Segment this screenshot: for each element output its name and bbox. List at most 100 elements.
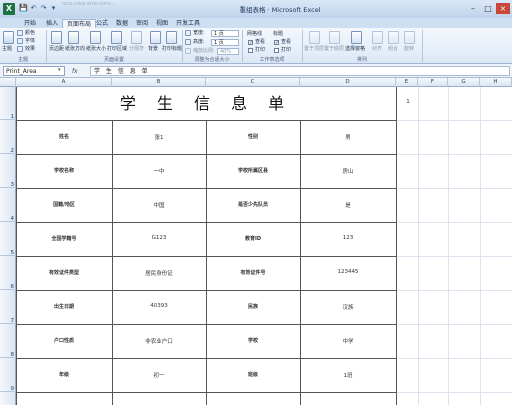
background-icon[interactable]	[150, 31, 161, 44]
effects-button[interactable]: 效果	[25, 46, 35, 52]
send-backward-button[interactable]: 置于底层	[324, 46, 344, 52]
row-header-4[interactable]: 4	[0, 188, 16, 222]
field-value[interactable]: 123445	[300, 269, 396, 279]
print-titles-button[interactable]: 打印标题	[162, 46, 182, 52]
row-header-2[interactable]: 2	[0, 120, 16, 154]
field-label[interactable]: 户口性质	[16, 337, 112, 347]
orientation-icon[interactable]	[68, 31, 79, 44]
field-value[interactable]: 房山	[300, 167, 396, 177]
field-label[interactable]: 民族	[206, 303, 300, 313]
insert-function-icon[interactable]: fx	[72, 67, 84, 76]
scale-spinner[interactable]: 40%	[217, 48, 239, 55]
rotate-icon[interactable]	[404, 31, 415, 44]
bring-forward-button[interactable]: 置于顶层	[304, 46, 324, 52]
effects-icon[interactable]	[17, 46, 23, 52]
column-header-h[interactable]: H	[480, 78, 512, 87]
field-value[interactable]: 张1	[112, 133, 206, 143]
field-label[interactable]: 是否少先队员	[206, 201, 300, 211]
sheet-title-cell[interactable]: 学 生 信 息 单	[16, 93, 396, 115]
selection-pane-icon[interactable]	[351, 31, 362, 44]
align-button[interactable]: 对齐	[372, 46, 382, 52]
tab-data[interactable]: 数据	[112, 19, 132, 28]
gridlines-print-checkbox[interactable]	[248, 48, 253, 53]
row-header-9[interactable]: 9	[0, 358, 16, 392]
group-button[interactable]: 组合	[388, 46, 398, 52]
field-label[interactable]: 国籍/地区	[16, 201, 112, 211]
tab-home[interactable]: 开始	[20, 19, 40, 28]
field-label[interactable]: 性别	[206, 133, 300, 143]
tab-insert[interactable]: 插入	[42, 19, 62, 28]
field-label[interactable]: 有效证件类型	[16, 269, 112, 279]
width-dropdown[interactable]: 1 页	[211, 30, 239, 37]
field-label[interactable]: 班级	[206, 371, 300, 381]
save-icon[interactable]: 💾	[19, 4, 28, 13]
headings-print-checkbox[interactable]	[274, 48, 279, 53]
field-value[interactable]: 一中	[112, 167, 206, 177]
bring-forward-icon[interactable]	[309, 31, 320, 44]
breaks-icon[interactable]	[131, 31, 142, 44]
column-header-f[interactable]: F	[418, 78, 448, 87]
column-header-e[interactable]: E	[396, 78, 418, 87]
colors-button[interactable]: 颜色	[25, 30, 35, 36]
close-icon[interactable]: ×	[496, 3, 510, 14]
field-value[interactable]: 123	[300, 235, 396, 245]
field-value[interactable]: G123	[112, 235, 206, 245]
field-value[interactable]: 是	[300, 201, 396, 211]
customize-qat-icon[interactable]: ▾	[49, 4, 58, 13]
field-label[interactable]: 姓名	[16, 133, 112, 143]
background-button[interactable]: 背景	[148, 46, 158, 52]
field-label[interactable]: 学校名称	[16, 167, 112, 177]
field-value[interactable]: 居民身份证	[112, 269, 206, 279]
themes-icon[interactable]	[3, 31, 14, 44]
maximize-icon[interactable]: □	[481, 3, 495, 14]
row-header-1[interactable]: 1	[0, 87, 16, 120]
print-area-button[interactable]: 打印区域	[107, 46, 127, 52]
group-icon[interactable]	[388, 31, 399, 44]
field-value[interactable]: 1班	[300, 371, 396, 381]
rotate-button[interactable]: 旋转	[404, 46, 414, 52]
field-label[interactable]: 全国学籍号	[16, 235, 112, 245]
column-header-c[interactable]: C	[206, 78, 300, 87]
align-icon[interactable]	[372, 31, 383, 44]
colors-icon[interactable]	[17, 30, 23, 36]
orientation-button[interactable]: 纸张方向	[65, 46, 85, 52]
row-header-6[interactable]: 6	[0, 256, 16, 290]
send-backward-icon[interactable]	[329, 31, 340, 44]
name-box[interactable]: Print_Area	[3, 66, 65, 76]
row-header-3[interactable]: 3	[0, 154, 16, 188]
tab-page-layout[interactable]: 页面布局	[62, 19, 97, 28]
field-value[interactable]: 中学	[300, 337, 396, 347]
field-label[interactable]: 年级	[16, 371, 112, 381]
tab-developer[interactable]: 开发工具	[172, 19, 204, 28]
field-label[interactable]: 教育ID	[206, 235, 300, 245]
margins-button[interactable]: 页边距	[49, 46, 64, 52]
selection-pane-button[interactable]: 选择窗格	[345, 46, 365, 52]
column-header-b[interactable]: B	[112, 78, 206, 87]
field-value[interactable]: 汉族	[300, 303, 396, 313]
fonts-icon[interactable]	[17, 38, 23, 44]
undo-icon[interactable]: ↶	[29, 4, 38, 13]
breaks-button[interactable]: 分隔符	[129, 46, 144, 52]
size-icon[interactable]	[90, 31, 101, 44]
print-titles-icon[interactable]	[166, 31, 177, 44]
field-value[interactable]: 初一	[112, 371, 206, 381]
tab-formulas[interactable]: 公式	[92, 19, 112, 28]
excel-app-icon[interactable]: X	[3, 3, 15, 15]
field-label[interactable]: 学校	[206, 337, 300, 347]
themes-button[interactable]: 主题	[2, 46, 12, 52]
field-value[interactable]: 男	[300, 133, 396, 143]
headings-view-checkbox[interactable]: ✓	[274, 40, 279, 46]
field-value[interactable]: 40393	[112, 303, 206, 313]
field-label[interactable]: 有效证件号	[206, 269, 300, 279]
height-dropdown[interactable]: 1 页	[211, 39, 239, 46]
cell-e1[interactable]: 1	[403, 99, 413, 105]
fonts-button[interactable]: 字体	[25, 38, 35, 44]
row-header-7[interactable]: 7	[0, 290, 16, 324]
row-header-5[interactable]: 5	[0, 222, 16, 256]
gridlines-view-checkbox[interactable]: ✓	[248, 40, 253, 46]
minimize-icon[interactable]: –	[466, 3, 480, 14]
print-area-icon[interactable]	[111, 31, 122, 44]
select-all-corner[interactable]	[0, 78, 16, 87]
formula-input[interactable]: 学 生 信 息 单	[90, 66, 510, 76]
tab-review[interactable]: 审阅	[132, 19, 152, 28]
